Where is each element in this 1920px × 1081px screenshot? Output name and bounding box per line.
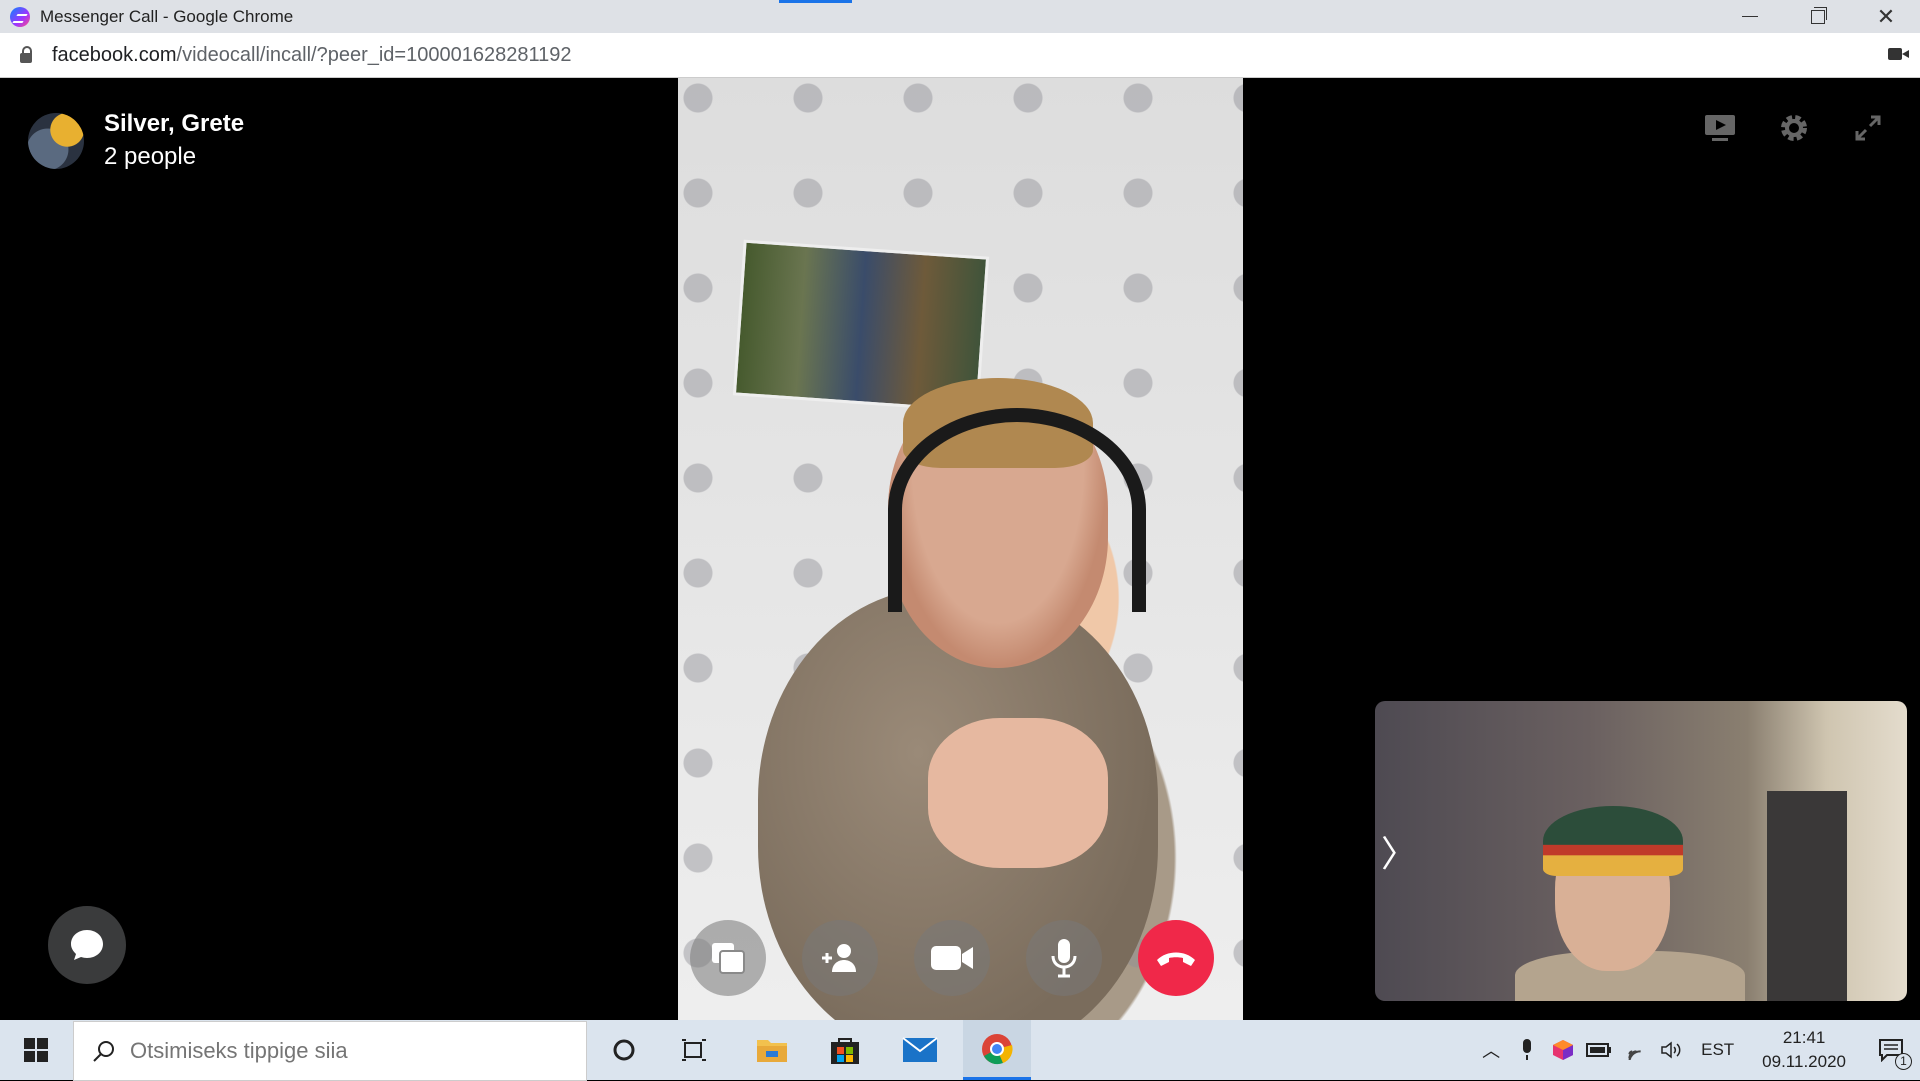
fullscreen-icon[interactable] [1846, 106, 1890, 150]
restore-button[interactable] [1784, 0, 1852, 33]
minimize-button[interactable] [1716, 0, 1784, 33]
notification-badge: 1 [1895, 1053, 1912, 1070]
app-tray-button[interactable] [1545, 1020, 1581, 1080]
hang-up-icon [1157, 952, 1195, 966]
video-call-area: Silver, Grete 2 people 〉 [0, 78, 1920, 1020]
windows-logo-icon [24, 1038, 48, 1062]
search-icon [93, 1041, 114, 1062]
volume-button[interactable] [1653, 1020, 1689, 1080]
headphones [888, 408, 1146, 612]
taskbar-search[interactable] [73, 1021, 587, 1081]
chat-button[interactable] [48, 906, 126, 984]
network-button[interactable] [1617, 1020, 1653, 1080]
close-icon: ✕ [1876, 3, 1896, 29]
mic-tray-button[interactable] [1509, 1020, 1545, 1080]
close-window-button[interactable]: ✕ [1852, 0, 1920, 33]
url-host: facebook.com [52, 43, 177, 66]
start-button[interactable] [0, 1020, 72, 1080]
video-camera-icon [931, 946, 973, 970]
chevron-up-icon: ︿ [1482, 1041, 1501, 1061]
camera-in-use-icon[interactable] [1888, 48, 1909, 60]
background-door [1767, 791, 1847, 1001]
messenger-favicon-icon [10, 6, 30, 27]
chat-bubble-icon [71, 930, 103, 960]
remote-person-hand [928, 718, 1108, 868]
url-text[interactable]: facebook.com/videocall/incall/?peer_id=1… [52, 44, 571, 67]
input-language[interactable]: EST [1701, 1040, 1734, 1060]
restore-icon [1811, 6, 1827, 24]
store-button[interactable] [811, 1020, 879, 1080]
self-view-video[interactable]: 〉 [1375, 701, 1907, 1001]
action-center-button[interactable]: 1 [1862, 1020, 1920, 1080]
clock-date: 09.11.2020 [1762, 1052, 1846, 1071]
add-person-button[interactable] [802, 920, 878, 996]
taskbar: ︿ EST 21:41 09.11.2020 1 [0, 1020, 1920, 1081]
store-bag-icon [831, 1038, 859, 1064]
settings-icon[interactable] [1772, 106, 1816, 150]
folder-icon [757, 1040, 787, 1062]
self-person-hat [1543, 806, 1683, 876]
mail-button[interactable] [886, 1020, 954, 1080]
clock[interactable]: 21:41 09.11.2020 [1762, 1026, 1846, 1074]
task-view-button[interactable] [660, 1020, 728, 1080]
speaker-icon [1661, 1041, 1681, 1059]
participant-count: 2 people [104, 143, 197, 170]
clock-time: 21:41 [1782, 1028, 1826, 1047]
search-input[interactable] [128, 1037, 552, 1065]
cortana-icon [613, 1039, 635, 1061]
show-hidden-icons-button[interactable]: ︿ [1473, 1020, 1509, 1080]
chevron-right-icon[interactable]: 〉 [1381, 825, 1417, 877]
loading-indicator [779, 0, 852, 3]
file-explorer-button[interactable] [738, 1020, 806, 1080]
remote-video [678, 78, 1243, 1020]
wifi-icon [1628, 1050, 1641, 1060]
avatar [28, 113, 84, 169]
share-screen-icon [712, 943, 745, 974]
chrome-button[interactable] [963, 1020, 1031, 1080]
colorful-cube-icon [1553, 1040, 1574, 1060]
microphone-tray-icon [1523, 1039, 1532, 1060]
system-tray: ︿ EST 21:41 09.11.2020 1 [1473, 1020, 1920, 1080]
call-header: Silver, Grete 2 people [28, 108, 244, 174]
window-title: Messenger Call - Google Chrome [40, 6, 294, 26]
microphone-button[interactable] [1026, 920, 1102, 996]
minimize-icon [1742, 16, 1758, 17]
share-screen-button[interactable] [690, 920, 766, 996]
address-bar[interactable]: facebook.com/videocall/incall/?peer_id=1… [0, 33, 1920, 78]
camera-button[interactable] [914, 920, 990, 996]
browser-title-bar: Messenger Call - Google Chrome ✕ [0, 0, 1920, 33]
peer-name: Silver, Grete [104, 110, 245, 137]
battery-icon [1586, 1043, 1612, 1057]
mail-icon [902, 1037, 938, 1062]
lock-icon[interactable] [20, 46, 32, 63]
add-person-icon [822, 944, 856, 972]
cortana-button[interactable] [590, 1020, 658, 1080]
end-call-button[interactable] [1138, 920, 1214, 996]
call-top-toolbar [1698, 106, 1920, 150]
microphone-icon [1051, 939, 1077, 978]
url-path: /videocall/incall/?peer_id=1000016282811… [176, 43, 572, 66]
screen-share-icon[interactable] [1698, 106, 1742, 150]
battery-button[interactable] [1581, 1020, 1617, 1080]
call-controls [690, 920, 1214, 996]
task-view-icon [682, 1039, 706, 1061]
chrome-icon [982, 1033, 1013, 1064]
